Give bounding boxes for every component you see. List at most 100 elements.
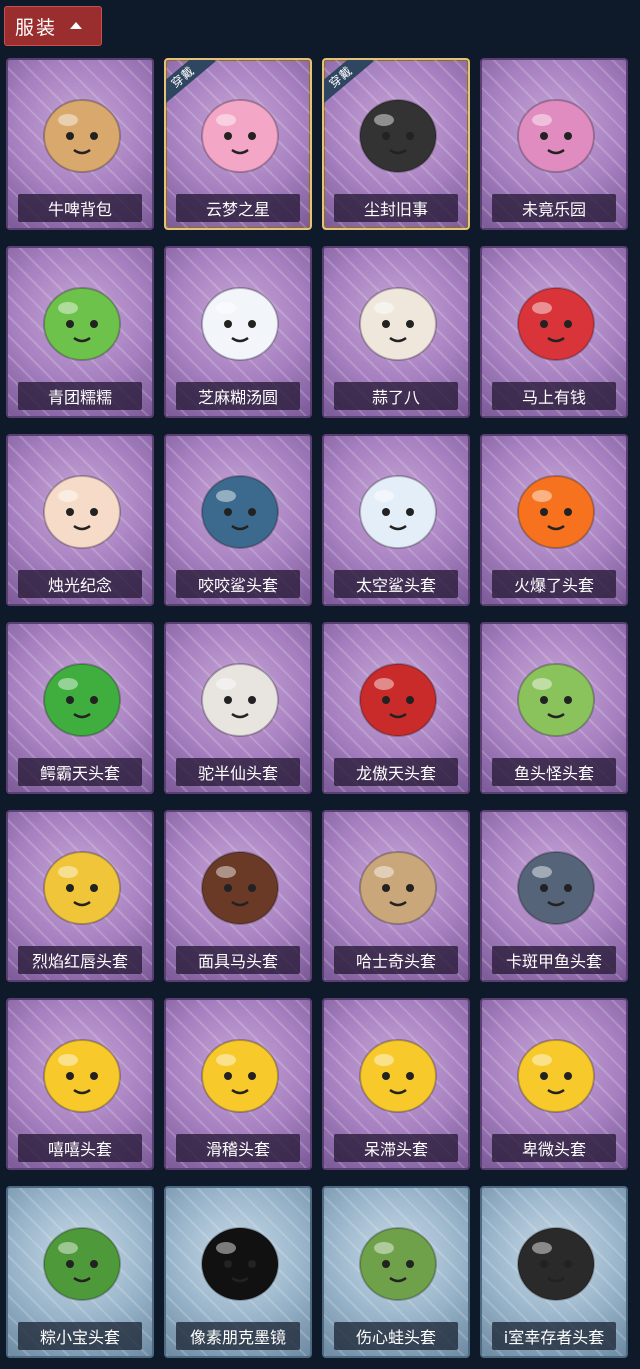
- item-name: 咬咬鲨头套: [197, 576, 278, 595]
- item-name-bar: 面具马头套: [176, 946, 300, 974]
- horse-mask-icon: [201, 851, 279, 925]
- chevron-up-icon: [70, 22, 83, 29]
- garlic-icon: [359, 287, 437, 361]
- item-card[interactable]: 芝麻糊汤圆: [164, 246, 312, 418]
- item-name-bar: 太空鲨头套: [334, 570, 458, 598]
- shark-mask-icon: [201, 475, 279, 549]
- cow-backpack-icon: [43, 99, 121, 173]
- item-name-bar: 滑稽头套: [176, 1134, 300, 1162]
- item-name: 面具马头套: [197, 952, 278, 971]
- item-name: 火爆了头套: [513, 576, 594, 595]
- item-name-bar: 哈士奇头套: [334, 946, 458, 974]
- item-card[interactable]: 穿戴 云梦之星: [164, 58, 312, 230]
- item-card[interactable]: 牛啤背包: [6, 58, 154, 230]
- item-name-bar: 未竟乐园: [492, 194, 616, 222]
- item-name-bar: 蒜了八: [334, 382, 458, 410]
- item-name-bar: 烛光纪念: [18, 570, 142, 598]
- item-name-bar: 粽小宝头套: [18, 1322, 142, 1350]
- item-name: 尘封旧事: [363, 200, 428, 219]
- item-card[interactable]: 马上有钱: [480, 246, 628, 418]
- grin-emoji-icon: [43, 1039, 121, 1113]
- item-name: 粽小宝头套: [39, 1328, 120, 1347]
- green-dumpling-icon: [43, 287, 121, 361]
- stare-emoji-icon: [359, 1039, 437, 1113]
- unicorn-star-icon: [201, 99, 279, 173]
- item-card[interactable]: 滑稽头套: [164, 998, 312, 1170]
- pixel-sunglasses-icon: [201, 1227, 279, 1301]
- item-card[interactable]: 青团糯糯: [6, 246, 154, 418]
- item-card[interactable]: 卑微头套: [480, 998, 628, 1170]
- item-name-bar: 火爆了头套: [492, 570, 616, 598]
- item-name-bar: 呆滞头套: [334, 1134, 458, 1162]
- item-name: 卡斑甲鱼头套: [505, 952, 602, 971]
- item-name: 烛光纪念: [47, 576, 112, 595]
- item-name: 龙傲天头套: [355, 764, 436, 783]
- item-card[interactable]: 鳄霸天头套: [6, 622, 154, 794]
- item-name: 驼半仙头套: [197, 764, 278, 783]
- item-name-bar: 伤心蛙头套: [334, 1322, 458, 1350]
- item-card[interactable]: 嘻嘻头套: [6, 998, 154, 1170]
- item-name-bar: 嘻嘻头套: [18, 1134, 142, 1162]
- item-name: 像素朋克墨镜: [189, 1328, 286, 1347]
- item-card[interactable]: 穿戴 尘封旧事: [322, 58, 470, 230]
- item-name-bar: i室幸存者头套: [492, 1322, 616, 1350]
- item-card[interactable]: 伤心蛙头套: [322, 1186, 470, 1358]
- item-name-bar: 龙傲天头套: [334, 758, 458, 786]
- item-name-bar: 云梦之星: [176, 194, 300, 222]
- item-name-bar: 鳄霸天头套: [18, 758, 142, 786]
- category-title: 服装: [15, 16, 58, 39]
- pikachu-mask-icon: [43, 851, 121, 925]
- fire-head-icon: [517, 475, 595, 549]
- item-card[interactable]: 未竟乐园: [480, 58, 628, 230]
- item-card[interactable]: 驼半仙头套: [164, 622, 312, 794]
- item-card[interactable]: 龙傲天头套: [322, 622, 470, 794]
- item-name-bar: 牛啤背包: [18, 194, 142, 222]
- item-card[interactable]: 粽小宝头套: [6, 1186, 154, 1358]
- item-name-bar: 芝麻糊汤圆: [176, 382, 300, 410]
- item-card[interactable]: 卡斑甲鱼头套: [480, 810, 628, 982]
- item-card[interactable]: 蒜了八: [322, 246, 470, 418]
- item-name-bar: 烈焰红唇头套: [18, 946, 142, 974]
- item-name: 嘻嘻头套: [47, 1140, 112, 1159]
- item-card[interactable]: 哈士奇头套: [322, 810, 470, 982]
- item-name: 太空鲨头套: [355, 576, 436, 595]
- item-name-bar: 像素朋克墨镜: [176, 1322, 300, 1350]
- item-name: 青团糯糯: [47, 388, 112, 407]
- item-name: 滑稽头套: [205, 1140, 270, 1159]
- dragon-head-icon: [359, 663, 437, 737]
- item-card[interactable]: 太空鲨头套: [322, 434, 470, 606]
- item-name: 呆滞头套: [363, 1140, 428, 1159]
- item-name: 伤心蛙头套: [355, 1328, 436, 1347]
- category-tab-clothing[interactable]: 服装: [4, 6, 102, 46]
- item-grid: 牛啤背包 穿戴 云梦之星 穿戴 尘封旧事未竟乐园青团糯糯 芝麻糊汤圆 蒜了八 马上有钱烛光纪念…: [6, 58, 638, 1358]
- item-card[interactable]: 像素朋克墨镜: [164, 1186, 312, 1358]
- item-name-bar: 咬咬鲨头套: [176, 570, 300, 598]
- item-card[interactable]: 面具马头套: [164, 810, 312, 982]
- item-card[interactable]: i室幸存者头套: [480, 1186, 628, 1358]
- item-card[interactable]: 呆滞头套: [322, 998, 470, 1170]
- item-name-bar: 卑微头套: [492, 1134, 616, 1162]
- item-name: 芝麻糊汤圆: [197, 388, 278, 407]
- crocodile-head-icon: [43, 663, 121, 737]
- item-card[interactable]: 火爆了头套: [480, 434, 628, 606]
- item-card[interactable]: 咬咬鲨头套: [164, 434, 312, 606]
- gas-mask-icon: [517, 1227, 595, 1301]
- item-name-bar: 青团糯糯: [18, 382, 142, 410]
- fish-head-icon: [517, 663, 595, 737]
- item-name: 烈焰红唇头套: [31, 952, 128, 971]
- item-card[interactable]: 烈焰红唇头套: [6, 810, 154, 982]
- item-name-bar: 尘封旧事: [334, 194, 458, 222]
- item-name: 蒜了八: [371, 388, 420, 407]
- item-name: 未竟乐园: [521, 200, 586, 219]
- zongzi-head-icon: [43, 1227, 121, 1301]
- sad-frog-icon: [359, 1227, 437, 1301]
- bear-head-icon: [201, 663, 279, 737]
- item-name: 鱼头怪头套: [513, 764, 594, 783]
- item-name: 牛啤背包: [47, 200, 112, 219]
- item-name-bar: 马上有钱: [492, 382, 616, 410]
- item-card[interactable]: 鱼头怪头套: [480, 622, 628, 794]
- item-name: i室幸存者头套: [503, 1328, 605, 1347]
- item-card[interactable]: 烛光纪念: [6, 434, 154, 606]
- item-name: 卑微头套: [521, 1140, 586, 1159]
- rice-ball-icon: [201, 287, 279, 361]
